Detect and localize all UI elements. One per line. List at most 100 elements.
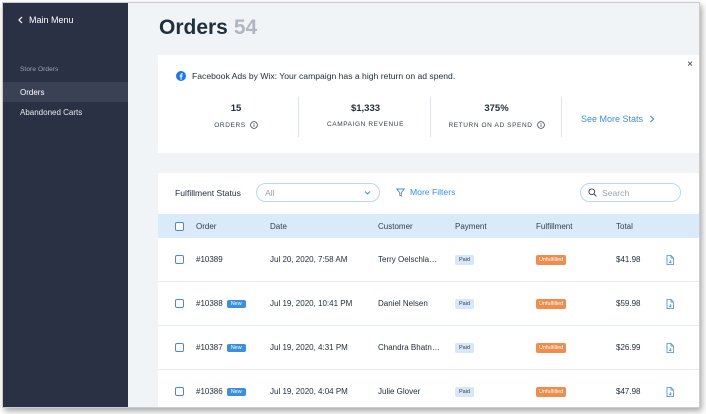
- page-header: Orders 54: [159, 16, 257, 40]
- search-placeholder: Search: [602, 187, 630, 198]
- table-row[interactable]: #10387 New Jul 19, 2020, 4:31 PM Chandra…: [158, 326, 699, 370]
- document-icon[interactable]: [666, 254, 674, 265]
- orders-table-card: Fulfillment Status All More Filters Sear…: [158, 173, 699, 407]
- invoice-cell: [666, 282, 674, 325]
- main-menu-link[interactable]: Main Menu: [17, 15, 74, 25]
- column-header-payment[interactable]: Payment: [455, 214, 487, 238]
- customer-name: Terry Oelschla…: [378, 255, 438, 264]
- stat-orders: 15 ORDERS: [176, 103, 296, 129]
- row-checkbox[interactable]: [175, 255, 184, 264]
- chevron-down-icon: [364, 191, 371, 195]
- row-checkbox-cell: [175, 370, 184, 407]
- new-badge: New: [226, 343, 246, 352]
- document-icon[interactable]: [666, 342, 674, 353]
- order-number: #10387: [196, 343, 223, 352]
- row-checkbox[interactable]: [175, 299, 184, 308]
- campaign-stats-card: × Facebook Ads by Wix: Your campaign has…: [158, 55, 699, 153]
- column-header-order[interactable]: Order: [196, 214, 216, 238]
- chevron-right-icon: [650, 115, 655, 123]
- payment-badge: Paid: [455, 342, 475, 353]
- select-all-cell: [175, 214, 184, 238]
- stat-divider: [561, 97, 562, 137]
- close-icon[interactable]: ×: [687, 59, 693, 70]
- column-header-customer[interactable]: Customer: [378, 214, 413, 238]
- fulfillment-status-label: Fulfillment Status: [175, 188, 241, 198]
- row-checkbox-cell: [175, 238, 184, 281]
- filter-bar: Fulfillment Status All More Filters Sear…: [158, 173, 699, 213]
- row-checkbox-cell: [175, 326, 184, 369]
- main-content: Orders 54 × Facebook Ads by Wix: Your ca…: [128, 3, 699, 407]
- sidebar-item-orders[interactable]: Orders: [3, 82, 128, 102]
- payment-cell: Paid: [455, 370, 475, 407]
- column-header-fulfillment[interactable]: Fulfillment: [536, 214, 572, 238]
- invoice-cell: [666, 370, 674, 407]
- row-checkbox-cell: [175, 282, 184, 325]
- order-cell: #10388 New: [196, 282, 246, 325]
- table-row[interactable]: #10389 Jul 20, 2020, 7:58 AM Terry Oelsc…: [158, 238, 699, 282]
- row-checkbox[interactable]: [175, 387, 184, 396]
- search-icon: [588, 188, 597, 197]
- order-date: Jul 20, 2020, 7:58 AM: [270, 255, 348, 264]
- stat-label: RETURN ON AD SPEND: [448, 121, 533, 129]
- more-filters-label: More Filters: [410, 187, 456, 197]
- order-cell: #10389: [196, 238, 223, 281]
- info-icon[interactable]: [536, 121, 545, 129]
- new-badge: New: [226, 387, 246, 396]
- new-badge: New: [226, 299, 246, 308]
- sidebar-item-abandoned-carts[interactable]: Abandoned Carts: [3, 102, 128, 122]
- invoice-cell: [666, 326, 674, 369]
- sidebar-item-label: Orders: [20, 87, 45, 97]
- document-icon[interactable]: [666, 386, 674, 397]
- payment-badge: Paid: [455, 254, 475, 265]
- fulfillment-badge: Unfulfilled: [536, 342, 567, 353]
- main-menu-label: Main Menu: [29, 15, 74, 25]
- order-total: $41.98: [616, 255, 641, 264]
- order-number: #10389: [196, 255, 223, 264]
- info-icon[interactable]: [249, 121, 258, 129]
- stat-divider: [430, 97, 431, 137]
- fulfillment-badge: Unfulfilled: [536, 386, 567, 397]
- select-all-checkbox[interactable]: [175, 221, 184, 231]
- see-more-stats-link[interactable]: See More Stats: [581, 114, 655, 124]
- stat-return-on-ad-spend: 375% RETURN ON AD SPEND: [434, 103, 559, 129]
- fulfillment-cell: Unfulfilled: [536, 326, 567, 369]
- stat-value: $1,333: [350, 103, 381, 114]
- column-header-date[interactable]: Date: [270, 214, 287, 238]
- page-title: Orders: [159, 16, 228, 39]
- fulfillment-badge: Unfulfilled: [536, 298, 567, 309]
- app-window: Main Menu Store Orders Orders Abandoned …: [2, 2, 700, 408]
- order-total: $47.98: [616, 387, 641, 396]
- fulfillment-status-select[interactable]: All: [256, 183, 380, 202]
- campaign-message-text: Facebook Ads by Wix: Your campaign has a…: [192, 71, 456, 81]
- order-date: Jul 19, 2020, 10:41 PM: [270, 299, 353, 308]
- order-total: $59.98: [616, 299, 641, 308]
- stat-label: CAMPAIGN REVENUE: [326, 121, 405, 128]
- column-header-total[interactable]: Total: [616, 214, 633, 238]
- search-input[interactable]: Search: [580, 183, 681, 202]
- sidebar-item-label: Abandoned Carts: [20, 107, 83, 117]
- table-row[interactable]: #10388 New Jul 19, 2020, 10:41 PM Daniel…: [158, 282, 699, 326]
- see-more-label: See More Stats: [581, 114, 644, 124]
- order-number: #10386: [196, 387, 223, 396]
- table-row[interactable]: #10386 New Jul 19, 2020, 4:04 PM Julie G…: [158, 370, 699, 407]
- row-checkbox[interactable]: [175, 343, 184, 352]
- campaign-message: Facebook Ads by Wix: Your campaign has a…: [176, 71, 455, 81]
- stat-label-row: RETURN ON AD SPEND: [434, 121, 559, 129]
- fulfillment-cell: Unfulfilled: [536, 370, 567, 407]
- customer-name: Julie Glover: [378, 387, 421, 396]
- sidebar-section-label: Store Orders: [20, 66, 59, 73]
- chevron-left-icon: [18, 16, 23, 24]
- orders-count: 54: [233, 16, 258, 39]
- document-icon[interactable]: [666, 298, 674, 309]
- table-header: Order Date Customer Payment Fulfillment …: [158, 214, 699, 238]
- fulfillment-status-value: All: [265, 187, 275, 198]
- stat-campaign-revenue: $1,333 CAMPAIGN REVENUE: [303, 103, 428, 128]
- invoice-cell: [666, 238, 674, 281]
- payment-cell: Paid: [455, 282, 475, 325]
- order-cell: #10387 New: [196, 326, 246, 369]
- payment-cell: Paid: [455, 326, 475, 369]
- order-date: Jul 19, 2020, 4:31 PM: [270, 343, 348, 352]
- more-filters-button[interactable]: More Filters: [396, 187, 455, 197]
- filter-icon: [396, 188, 405, 197]
- fulfillment-badge: Unfulfilled: [536, 254, 567, 265]
